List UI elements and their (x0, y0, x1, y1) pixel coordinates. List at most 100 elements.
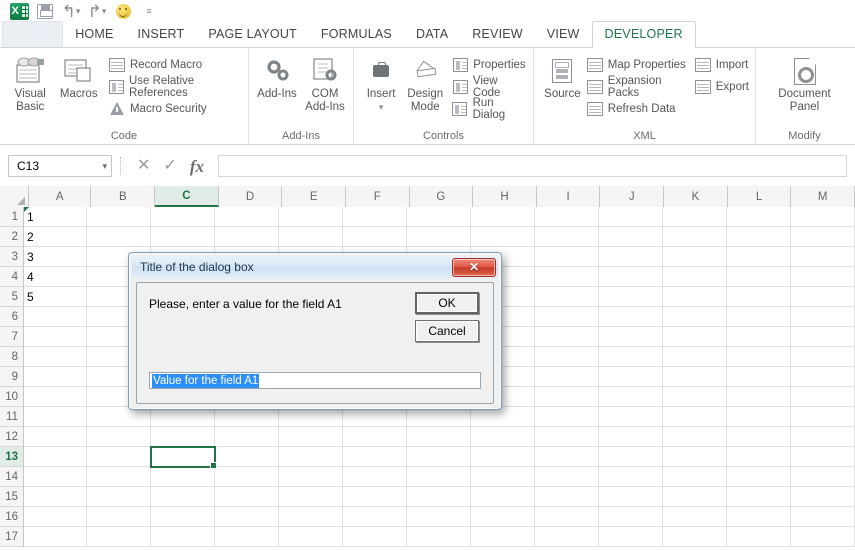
cell-k12[interactable] (663, 427, 727, 447)
select-all-corner[interactable] (0, 186, 29, 207)
row-header-12[interactable]: 12 (0, 427, 23, 447)
row-header-17[interactable]: 17 (0, 527, 23, 547)
cell-c14[interactable] (151, 467, 215, 487)
cell-l6[interactable] (727, 307, 791, 327)
cell-f14[interactable] (343, 467, 407, 487)
cell-k9[interactable] (663, 367, 727, 387)
row-header-7[interactable]: 7 (0, 327, 23, 347)
cell-i5[interactable] (535, 287, 599, 307)
cell-a11[interactable] (24, 407, 87, 427)
cell-k4[interactable] (663, 267, 727, 287)
cell-c12[interactable] (151, 427, 215, 447)
cell-l8[interactable] (727, 347, 791, 367)
column-header-b[interactable]: B (91, 186, 156, 207)
cell-a16[interactable] (24, 507, 87, 527)
cell-l10[interactable] (727, 387, 791, 407)
cell-f16[interactable] (343, 507, 407, 527)
row-header-11[interactable]: 11 (0, 407, 23, 427)
cell-c2[interactable] (151, 227, 215, 247)
cell-j14[interactable] (599, 467, 663, 487)
cell-a12[interactable] (24, 427, 87, 447)
cell-a1[interactable]: 1 (24, 207, 87, 227)
row-header-10[interactable]: 10 (0, 387, 23, 407)
cell-g1[interactable] (407, 207, 471, 227)
cell-l9[interactable] (727, 367, 791, 387)
cell-l16[interactable] (727, 507, 791, 527)
cell-i7[interactable] (535, 327, 599, 347)
cell-j5[interactable] (599, 287, 663, 307)
cell-l1[interactable] (727, 207, 791, 227)
row-header-16[interactable]: 16 (0, 507, 23, 527)
cell-i1[interactable] (535, 207, 599, 227)
cell-j9[interactable] (599, 367, 663, 387)
cell-l12[interactable] (727, 427, 791, 447)
column-header-d[interactable]: D (218, 186, 283, 207)
cell-f15[interactable] (343, 487, 407, 507)
tab-data[interactable]: DATA (404, 22, 460, 47)
cell-b16[interactable] (87, 507, 151, 527)
insert-function-icon[interactable]: fx (190, 158, 204, 175)
row-header-8[interactable]: 8 (0, 347, 23, 367)
cell-h12[interactable] (471, 427, 535, 447)
cell-i15[interactable] (535, 487, 599, 507)
cell-a3[interactable]: 3 (24, 247, 87, 267)
cell-m15[interactable] (791, 487, 855, 507)
insert-control-button[interactable]: Insert ▾ (360, 52, 402, 114)
cell-m5[interactable] (791, 287, 855, 307)
cell-m11[interactable] (791, 407, 855, 427)
cell-l4[interactable] (727, 267, 791, 287)
row-header-13[interactable]: 13 (0, 447, 23, 467)
cell-e1[interactable] (279, 207, 343, 227)
row-header-14[interactable]: 14 (0, 467, 23, 487)
cell-e13[interactable] (279, 447, 343, 467)
cell-a15[interactable] (24, 487, 87, 507)
cell-i6[interactable] (535, 307, 599, 327)
cell-m13[interactable] (791, 447, 855, 467)
cell-m8[interactable] (791, 347, 855, 367)
cell-a17[interactable] (24, 527, 87, 547)
cell-j16[interactable] (599, 507, 663, 527)
tab-file[interactable]: FILE (2, 21, 64, 47)
row-header-3[interactable]: 3 (0, 247, 23, 267)
com-add-ins-button[interactable]: COM Add-Ins (303, 52, 347, 114)
cell-e14[interactable] (279, 467, 343, 487)
cell-h11[interactable] (471, 407, 535, 427)
properties-button[interactable]: Properties (452, 55, 527, 74)
cell-e15[interactable] (279, 487, 343, 507)
cell-k8[interactable] (663, 347, 727, 367)
cell-i10[interactable] (535, 387, 599, 407)
use-relative-references-button[interactable]: Use Relative References (108, 75, 242, 99)
cell-j6[interactable] (599, 307, 663, 327)
cell-h1[interactable] (471, 207, 535, 227)
cell-d16[interactable] (215, 507, 279, 527)
cell-a13[interactable] (24, 447, 87, 467)
cell-e17[interactable] (279, 527, 343, 547)
cell-g15[interactable] (407, 487, 471, 507)
macro-security-button[interactable]: Macro Security (109, 99, 242, 118)
cell-l14[interactable] (727, 467, 791, 487)
cell-b13[interactable] (87, 447, 151, 467)
xml-source-button[interactable]: Source (540, 52, 585, 101)
cell-j12[interactable] (599, 427, 663, 447)
cell-j8[interactable] (599, 347, 663, 367)
cell-e11[interactable] (279, 407, 343, 427)
insert-control-chevron-down-icon[interactable]: ▾ (379, 101, 384, 114)
cell-e2[interactable] (279, 227, 343, 247)
cell-l13[interactable] (727, 447, 791, 467)
smiley-icon[interactable] (110, 1, 136, 21)
cell-k10[interactable] (663, 387, 727, 407)
cell-a4[interactable]: 4 (24, 267, 87, 287)
refresh-data-button[interactable]: Refresh Data (586, 99, 689, 118)
cell-b12[interactable] (87, 427, 151, 447)
cell-i3[interactable] (535, 247, 599, 267)
cancel-formula-icon[interactable]: ✕ (137, 158, 150, 174)
cell-g17[interactable] (407, 527, 471, 547)
column-header-a[interactable]: A (28, 186, 92, 207)
cell-i4[interactable] (535, 267, 599, 287)
cell-k17[interactable] (663, 527, 727, 547)
cell-i13[interactable] (535, 447, 599, 467)
cell-j11[interactable] (599, 407, 663, 427)
cell-j10[interactable] (599, 387, 663, 407)
cell-k3[interactable] (663, 247, 727, 267)
column-header-j[interactable]: J (600, 186, 665, 207)
